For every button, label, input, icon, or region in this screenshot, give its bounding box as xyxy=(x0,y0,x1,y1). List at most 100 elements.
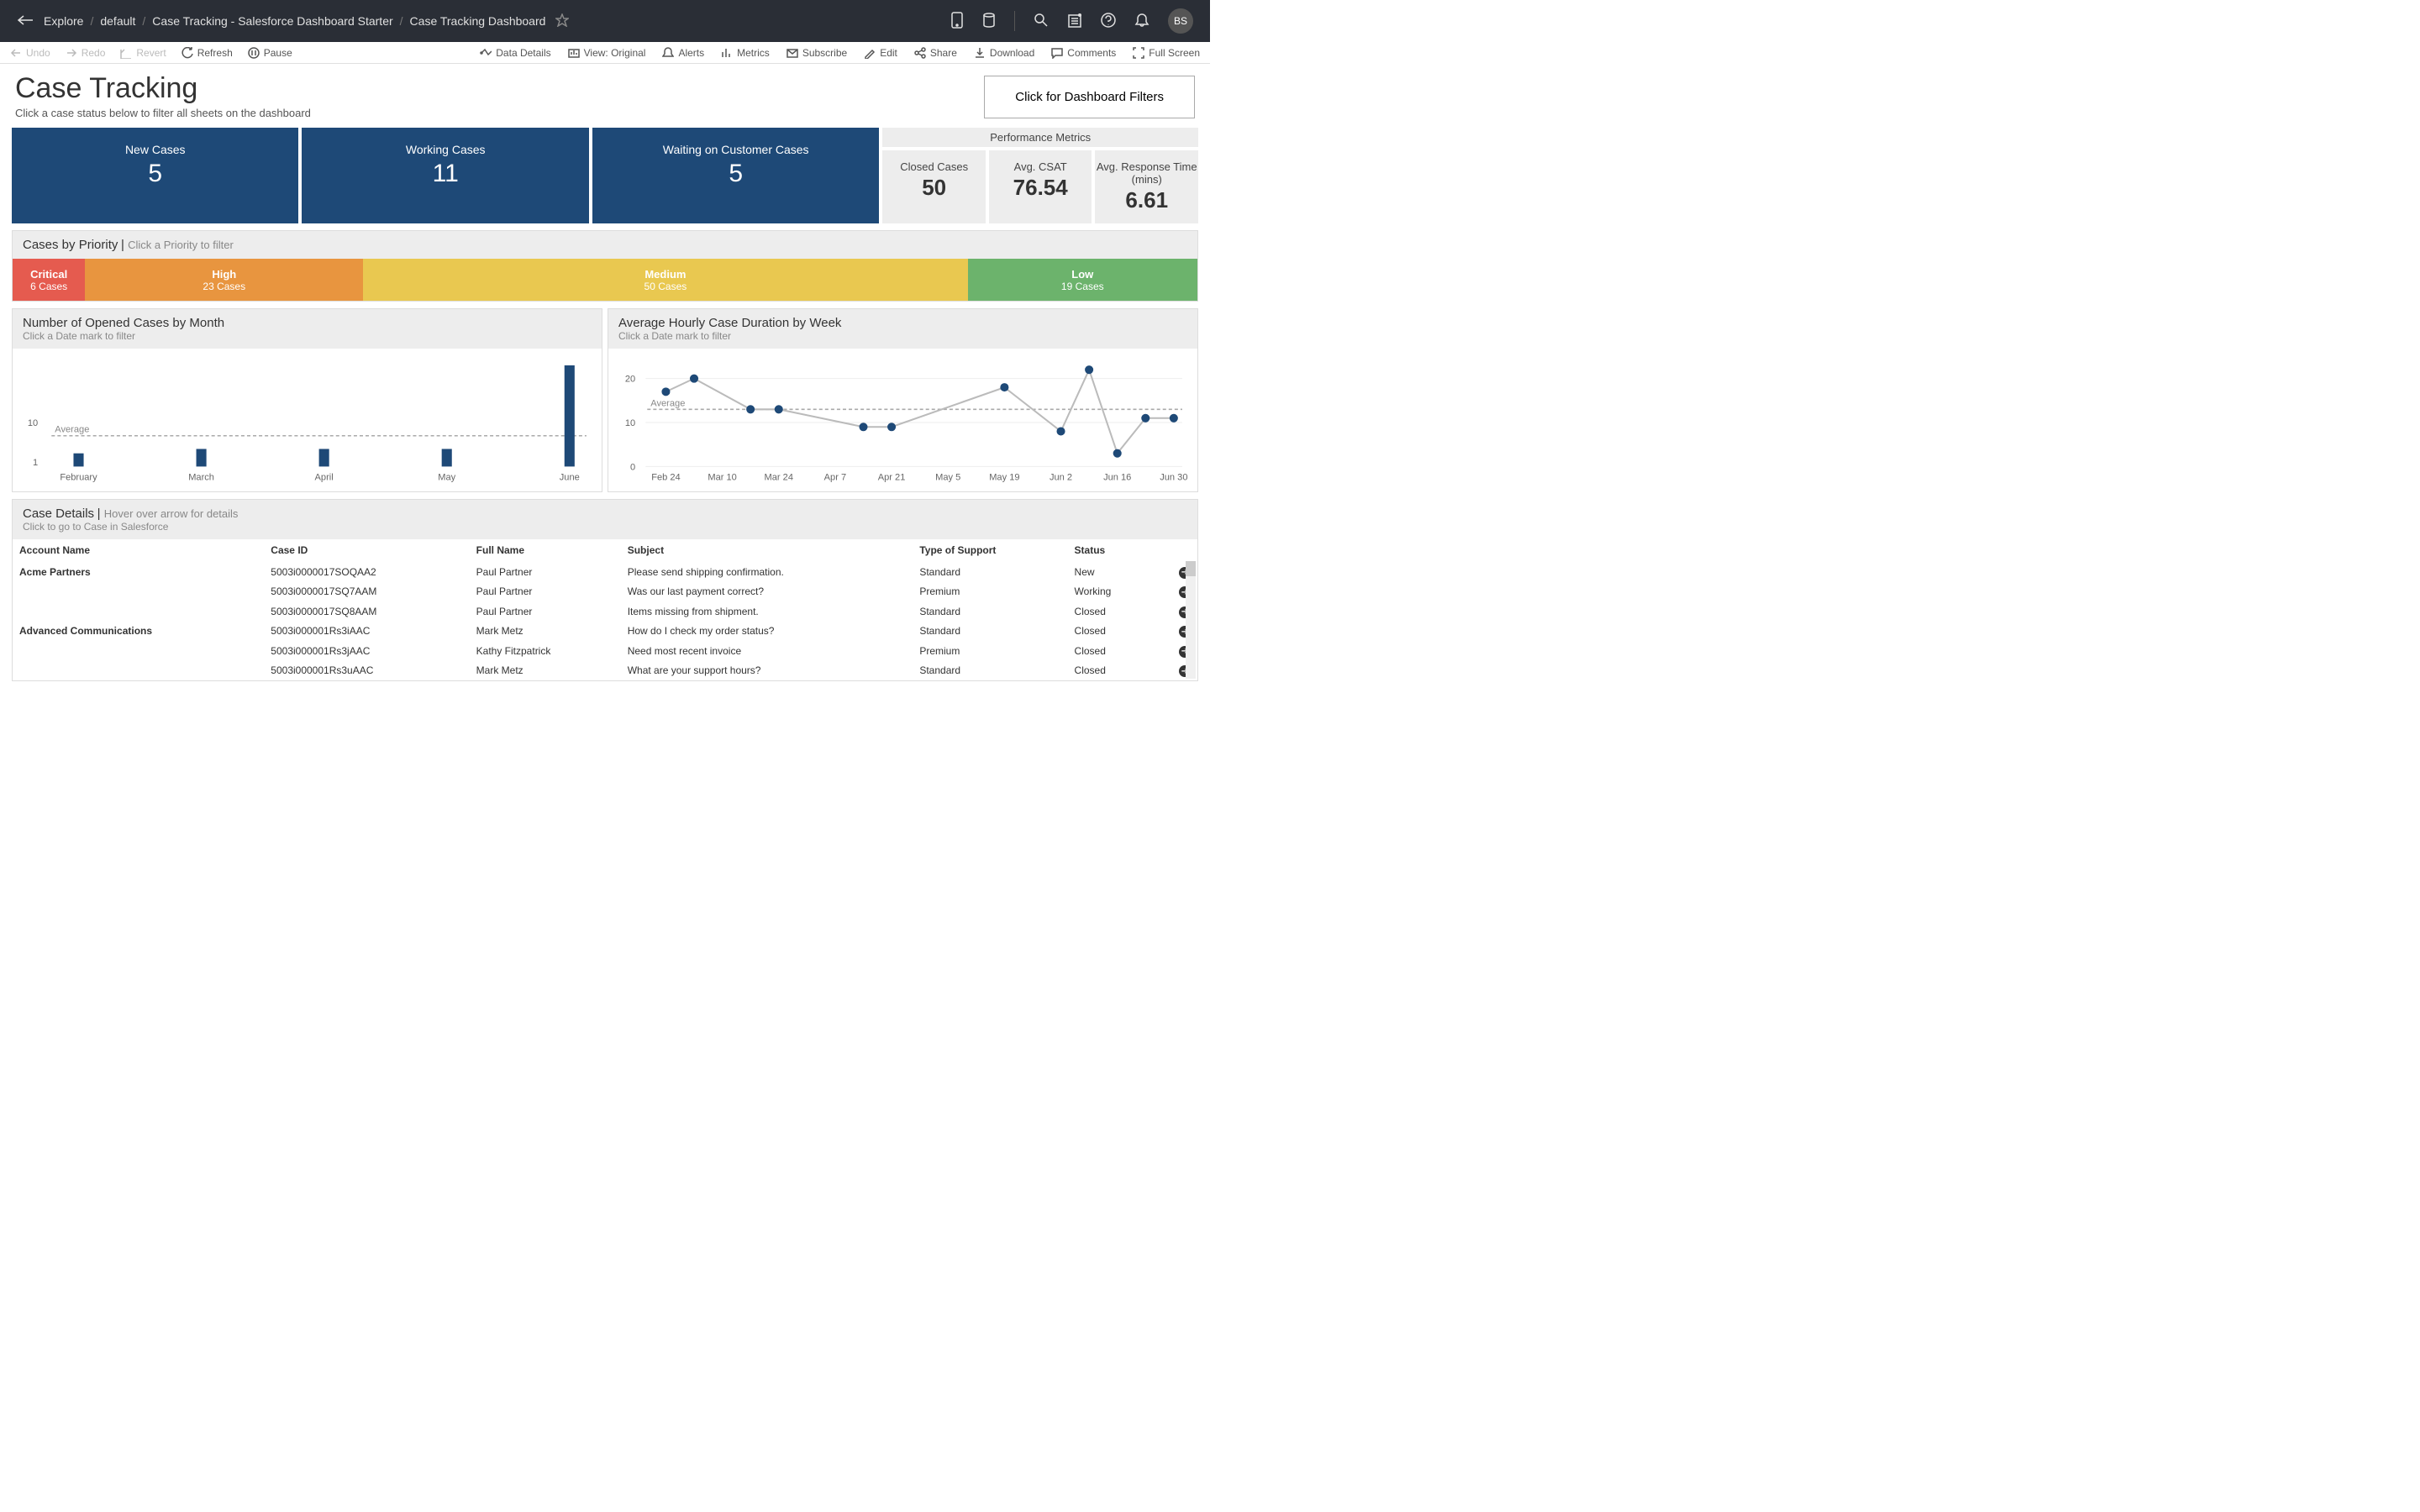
edit-button[interactable]: Edit xyxy=(864,47,897,59)
chart-hint: Click a Date mark to filter xyxy=(618,330,1187,342)
line-mark[interactable] xyxy=(1085,365,1093,374)
priority-segment-high[interactable]: High23 Cases xyxy=(85,259,363,301)
svg-text:Average: Average xyxy=(55,425,89,435)
back-icon[interactable] xyxy=(17,14,34,29)
priority-segment-critical[interactable]: Critical6 Cases xyxy=(13,259,85,301)
svg-text:May 5: May 5 xyxy=(935,473,960,483)
line-mark[interactable] xyxy=(746,405,755,413)
table-row[interactable]: 5003i0000017SQ7AAM Paul Partner Was our … xyxy=(13,582,1197,602)
svg-text:Apr 21: Apr 21 xyxy=(878,473,906,483)
svg-text:May 19: May 19 xyxy=(989,473,1019,483)
chart-title: Number of Opened Cases by Month xyxy=(23,316,592,330)
perf-value: 76.54 xyxy=(989,175,1092,201)
status-card-working[interactable]: Working Cases 11 xyxy=(302,128,588,223)
status-card-waiting[interactable]: Waiting on Customer Cases 5 xyxy=(592,128,879,223)
breadcrumb-item[interactable]: default xyxy=(100,14,135,28)
card-label: New Cases xyxy=(12,143,298,156)
bar-mark[interactable] xyxy=(319,449,329,466)
priority-segment-low[interactable]: Low19 Cases xyxy=(968,259,1197,301)
chart-case-duration: Average Hourly Case Duration by Week Cli… xyxy=(608,308,1198,492)
metrics-button[interactable]: Metrics xyxy=(721,47,770,59)
pause-button[interactable]: Pause xyxy=(248,47,292,59)
status-card-new[interactable]: New Cases 5 xyxy=(12,128,298,223)
breadcrumb-sep: / xyxy=(400,14,403,28)
database-icon[interactable] xyxy=(982,13,996,30)
priority-segment-medium[interactable]: Medium50 Cases xyxy=(363,259,967,301)
svg-text:10: 10 xyxy=(625,418,635,428)
search-icon[interactable] xyxy=(1034,13,1049,30)
data-details-button[interactable]: Data Details xyxy=(480,47,550,59)
card-value: 11 xyxy=(302,160,588,188)
device-icon[interactable] xyxy=(950,12,964,31)
breadcrumb-item[interactable]: Explore xyxy=(44,14,83,28)
svg-text:20: 20 xyxy=(625,375,635,385)
scrollbar[interactable] xyxy=(1186,561,1196,679)
svg-text:Feb 24: Feb 24 xyxy=(651,473,681,483)
details-sub: Click to go to Case in Salesforce xyxy=(23,521,1187,533)
svg-text:10: 10 xyxy=(28,418,38,428)
svg-text:May: May xyxy=(438,473,455,483)
dashboard-filters-button[interactable]: Click for Dashboard Filters xyxy=(984,76,1195,118)
svg-text:Jun 16: Jun 16 xyxy=(1103,473,1131,483)
line-mark[interactable] xyxy=(1170,414,1178,423)
fullscreen-button[interactable]: Full Screen xyxy=(1133,47,1200,59)
chart-title: Average Hourly Case Duration by Week xyxy=(618,316,1187,330)
svg-text:Jun 30: Jun 30 xyxy=(1160,473,1187,483)
comments-button[interactable]: Comments xyxy=(1051,47,1116,59)
column-header: Account Name xyxy=(13,539,264,562)
perf-label: Avg. CSAT xyxy=(989,160,1092,173)
breadcrumb-item[interactable]: Case Tracking - Salesforce Dashboard Sta… xyxy=(152,14,392,28)
sep: | xyxy=(121,238,128,252)
priority-panel: Cases by Priority | Click a Priority to … xyxy=(12,230,1198,302)
redo-button[interactable]: Redo xyxy=(66,47,106,59)
bar-mark[interactable] xyxy=(197,449,207,466)
perf-label: Closed Cases xyxy=(882,160,986,173)
view-button[interactable]: View: Original xyxy=(568,47,646,59)
svg-text:Apr 7: Apr 7 xyxy=(824,473,846,483)
bell-icon[interactable] xyxy=(1134,13,1150,30)
revert-button[interactable]: Revert xyxy=(120,47,166,59)
share-button[interactable]: Share xyxy=(914,47,957,59)
line-mark[interactable] xyxy=(1057,427,1065,435)
bar-mark[interactable] xyxy=(73,454,83,467)
breadcrumb: Explore / default / Case Tracking - Sale… xyxy=(44,14,545,28)
card-label: Waiting on Customer Cases xyxy=(592,143,879,156)
line-mark[interactable] xyxy=(1141,414,1150,423)
page-subtitle: Click a case status below to filter all … xyxy=(15,107,311,119)
scrollbar-thumb[interactable] xyxy=(1186,561,1196,576)
bar-mark[interactable] xyxy=(442,449,452,466)
download-button[interactable]: Download xyxy=(974,47,1034,59)
bar-mark[interactable] xyxy=(565,365,575,466)
line-mark[interactable] xyxy=(1000,383,1008,391)
subscribe-button[interactable]: Subscribe xyxy=(786,47,847,59)
svg-text:April: April xyxy=(315,473,334,483)
perf-label: Avg. Response Time (mins) xyxy=(1095,160,1198,186)
column-header: Full Name xyxy=(470,539,621,562)
refresh-button[interactable]: Refresh xyxy=(182,47,233,59)
table-row[interactable]: 5003i000001Rs3uAAC Mark Metz What are yo… xyxy=(13,661,1197,681)
favorite-icon[interactable] xyxy=(555,13,569,29)
divider xyxy=(1014,11,1015,31)
line-mark[interactable] xyxy=(1113,449,1122,458)
table-row[interactable]: Acme Partners 5003i0000017SOQAA2 Paul Pa… xyxy=(13,562,1197,582)
table-row[interactable]: 5003i000001Rs3jAAC Kathy Fitzpatrick Nee… xyxy=(13,641,1197,661)
help-icon[interactable] xyxy=(1101,13,1116,30)
undo-button[interactable]: Undo xyxy=(10,47,50,59)
alerts-button[interactable]: Alerts xyxy=(662,47,704,59)
line-mark[interactable] xyxy=(859,423,867,431)
perf-value: 6.61 xyxy=(1095,187,1198,213)
svg-text:Mar 10: Mar 10 xyxy=(708,473,736,483)
line-mark[interactable] xyxy=(887,423,896,431)
table-row[interactable]: 5003i0000017SQ8AAM Paul Partner Items mi… xyxy=(13,601,1197,622)
avatar[interactable]: BS xyxy=(1168,8,1193,34)
svg-text:Average: Average xyxy=(650,398,685,408)
breadcrumb-current: Case Tracking Dashboard xyxy=(410,14,546,28)
line-mark[interactable] xyxy=(775,405,783,413)
line-mark[interactable] xyxy=(690,375,698,383)
table-row[interactable]: Advanced Communications 5003i000001Rs3iA… xyxy=(13,622,1197,642)
action-toolbar: Undo Redo Revert Refresh Pause Data Deta… xyxy=(0,42,1210,64)
priority-hint: Click a Priority to filter xyxy=(128,239,234,251)
list-icon[interactable] xyxy=(1067,13,1082,30)
line-mark[interactable] xyxy=(661,387,670,396)
perf-card-csat: Avg. CSAT 76.54 xyxy=(989,150,1092,223)
